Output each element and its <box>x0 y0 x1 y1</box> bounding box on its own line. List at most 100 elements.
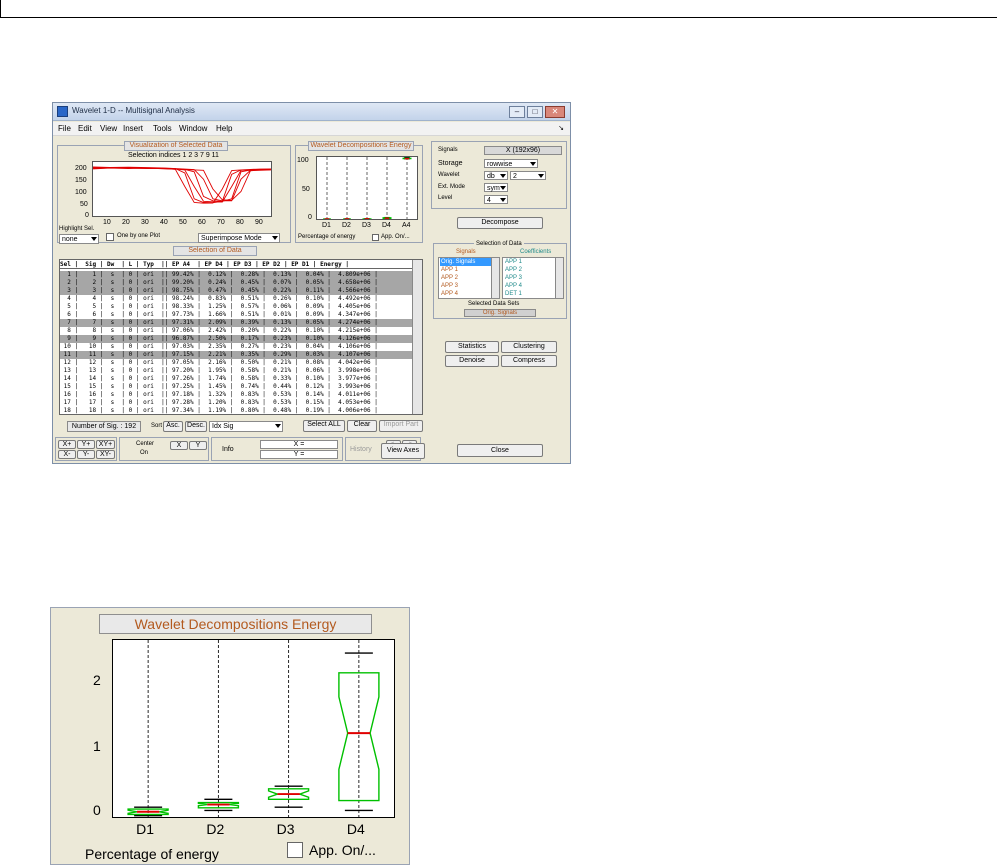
zoom-x-minus-button[interactable]: X- <box>58 450 76 459</box>
center-x-button[interactable]: X <box>170 441 188 450</box>
list-item[interactable]: APP 4 <box>504 282 556 290</box>
signals-label: Signals <box>438 147 458 153</box>
list-item[interactable]: APP 1 <box>440 266 492 274</box>
x-tick: D4 <box>382 222 391 229</box>
import-part-button[interactable]: Import Part <box>379 420 423 432</box>
data-table[interactable]: Sel | Sig | Dw | L | Typ || EP A4 | EP D… <box>59 259 423 415</box>
visualization-panel: Visualization of Selected Data Selection… <box>57 141 291 244</box>
extmode-value: sym <box>487 185 500 192</box>
table-row[interactable]: 12 | 12 | s | 0 | ori || 97.05% | 2.16% … <box>60 359 412 367</box>
menu-edit[interactable]: Edit <box>78 124 92 133</box>
zoom-xy-plus-button[interactable]: XY+ <box>96 440 115 449</box>
list-item[interactable]: APP 1 <box>504 258 556 266</box>
clear-button[interactable]: Clear <box>347 420 377 432</box>
table-row[interactable]: 18 | 18 | s | 0 | ori || 97.34% | 1.19% … <box>60 407 412 414</box>
matlab-app-icon <box>57 106 68 117</box>
coefficients-listbox[interactable]: APP 1 APP 2 APP 3 APP 4 DET 1 <box>502 257 564 299</box>
info-tools: Info X = Y = <box>211 437 343 461</box>
table-row[interactable]: 15 | 15 | s | 0 | ori || 97.25% | 1.45% … <box>60 383 412 391</box>
table-row[interactable]: 17 | 17 | s | 0 | ori || 97.28% | 1.20% … <box>60 399 412 407</box>
table-row[interactable]: 8 | 8 | s | 0 | ori || 97.06% | 2.42% | … <box>60 327 412 335</box>
denoise-button[interactable]: Denoise <box>445 355 499 367</box>
x-tick: D1 <box>136 821 155 837</box>
list-item[interactable]: APP 4 <box>440 290 492 298</box>
table-scrollbar[interactable] <box>412 260 422 414</box>
signals-list-scrollbar[interactable] <box>491 258 499 298</box>
table-row[interactable]: 4 | 4 | s | 0 | ori || 98.24% | 0.83% | … <box>60 295 412 303</box>
table-row[interactable]: 16 | 16 | s | 0 | ori || 97.18% | 1.32% … <box>60 391 412 399</box>
statistics-button[interactable]: Statistics <box>445 341 499 353</box>
list-item[interactable]: Orig. Signals <box>440 258 492 266</box>
zoom-y-minus-button[interactable]: Y- <box>77 450 95 459</box>
list-item[interactable]: DET 1 <box>504 290 556 298</box>
x-tick: 20 <box>122 219 130 226</box>
table-row[interactable]: 11 | 11 | s | 0 | ori || 97.15% | 2.21% … <box>60 351 412 359</box>
table-row[interactable]: 6 | 6 | s | 0 | ori || 97.73% | 1.66% | … <box>60 311 412 319</box>
clustering-button[interactable]: Clustering <box>501 341 557 353</box>
level-select[interactable]: 4 <box>484 195 508 204</box>
table-row[interactable]: 9 | 9 | s | 0 | ori || 96.87% | 2.50% | … <box>60 335 412 343</box>
zoom-xy-minus-button[interactable]: XY- <box>96 450 115 459</box>
signals-plot[interactable] <box>92 161 272 217</box>
info-y-field: Y = <box>260 450 338 459</box>
energy-plot-zoom-svg <box>127 640 380 817</box>
table-row[interactable]: 7 | 7 | s | 0 | ori || 97.31% | 2.09% | … <box>60 319 412 327</box>
list-item[interactable]: APP 3 <box>440 282 492 290</box>
close-window-button[interactable]: ✕ <box>545 106 565 118</box>
app-on-checkbox-zoom[interactable] <box>287 842 303 858</box>
app-on-checkbox-small[interactable] <box>372 234 379 241</box>
zoom-y-plus-button[interactable]: Y+ <box>77 440 95 449</box>
wavelet-family-select[interactable]: db <box>484 171 508 180</box>
table-row[interactable]: 10 | 10 | s | 0 | ori || 97.03% | 2.35% … <box>60 343 412 351</box>
table-row[interactable]: 14 | 14 | s | 0 | ori || 97.26% | 1.74% … <box>60 375 412 383</box>
history-label: History <box>350 446 372 453</box>
coeffs-col-label: Coefficients <box>520 249 552 255</box>
zoom-x-plus-button[interactable]: X+ <box>58 440 76 449</box>
signals-listbox[interactable]: Orig. Signals APP 1 APP 2 APP 3 APP 4 <box>438 257 500 299</box>
table-row[interactable]: 2 | 2 | s | 0 | ori || 99.20% | 0.24% | … <box>60 279 412 287</box>
table-row[interactable]: 1 | 1 | s | 0 | ori || 99.42% | 0.12% | … <box>60 271 412 279</box>
list-item[interactable]: APP 2 <box>440 274 492 282</box>
sort-key-select[interactable]: Idx Sig <box>209 421 283 432</box>
dock-arrow-icon[interactable]: ↘ <box>558 124 564 132</box>
signal-line <box>92 167 272 204</box>
energy-title-small: Wavelet Decompositions Energy <box>308 141 414 151</box>
table-row[interactable]: 3 | 3 | s | 0 | ori || 98.75% | 0.47% | … <box>60 287 412 295</box>
energy-plot-zoom[interactable] <box>112 639 395 818</box>
decomposition-settings: Signals X (192x96) Storage rowwise Wavel… <box>431 141 567 209</box>
menu-view[interactable]: View <box>100 124 117 133</box>
maximize-button[interactable]: □ <box>527 106 543 118</box>
list-item[interactable]: APP 3 <box>504 274 556 282</box>
select-all-button[interactable]: Select ALL <box>303 420 345 432</box>
highlight-select[interactable]: none <box>59 234 99 244</box>
menu-help[interactable]: Help <box>216 124 232 133</box>
wavelet-number-value: 2 <box>513 173 517 180</box>
one-by-one-checkbox[interactable] <box>106 233 114 241</box>
view-axes-button[interactable]: View Axes <box>381 443 425 459</box>
menu-file[interactable]: File <box>58 124 71 133</box>
multisignal-analysis-window: Wavelet 1-D -- Multisignal Analysis – □ … <box>52 102 571 464</box>
coeffs-list-scrollbar[interactable] <box>555 258 563 298</box>
decompose-button[interactable]: Decompose <box>457 217 543 229</box>
compress-button[interactable]: Compress <box>501 355 557 367</box>
energy-plot-small[interactable] <box>316 156 418 220</box>
sort-asc-button[interactable]: Asc. <box>163 421 183 432</box>
x-tick: 50 <box>179 219 187 226</box>
center-y-button[interactable]: Y <box>189 441 207 450</box>
menu-insert[interactable]: Insert <box>123 124 143 133</box>
close-button[interactable]: Close <box>457 444 543 457</box>
wavelet-number-select[interactable]: 2 <box>510 171 546 180</box>
extmode-select[interactable]: sym <box>484 183 508 192</box>
table-row[interactable]: 13 | 13 | s | 0 | ori || 97.20% | 1.95% … <box>60 367 412 375</box>
plot-mode-value: Superimpose Mode <box>201 235 262 242</box>
chevron-down-icon <box>500 174 506 178</box>
menu-tools[interactable]: Tools <box>153 124 172 133</box>
sort-desc-button[interactable]: Desc. <box>185 421 207 432</box>
minimize-button[interactable]: – <box>509 106 525 118</box>
storage-select[interactable]: rowwise <box>484 159 538 168</box>
plot-mode-select[interactable]: Superimpose Mode <box>198 233 280 243</box>
menu-window[interactable]: Window <box>179 124 207 133</box>
table-row[interactable]: 5 | 5 | s | 0 | ori || 98.33% | 1.25% | … <box>60 303 412 311</box>
y-tick: 0 <box>85 212 89 219</box>
list-item[interactable]: APP 2 <box>504 266 556 274</box>
